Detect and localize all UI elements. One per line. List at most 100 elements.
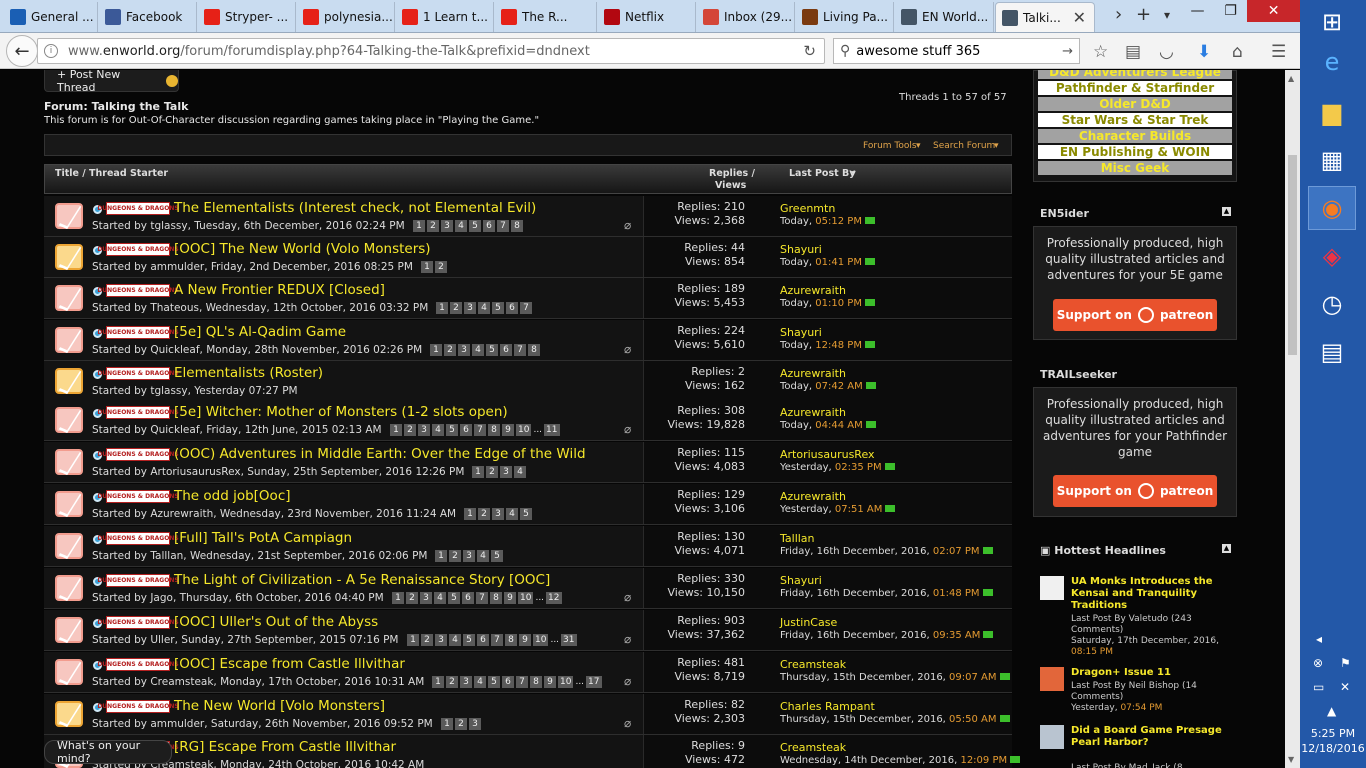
page-link[interactable]: 8: [505, 634, 517, 646]
forum-tools-menu[interactable]: Forum Tools: [863, 141, 917, 151]
page-link[interactable]: 3: [464, 302, 476, 314]
page-link[interactable]: 2: [478, 508, 490, 520]
home-icon[interactable]: ⌂: [1232, 42, 1243, 62]
go-to-last-post-icon[interactable]: [865, 382, 876, 389]
post-new-thread-button[interactable]: + Post New Thread: [44, 70, 179, 94]
page-link[interactable]: 1: [436, 302, 448, 314]
page-link[interactable]: 10: [558, 676, 574, 688]
page-link[interactable]: 2: [435, 261, 447, 273]
tab-scroll-right-icon[interactable]: ›: [1115, 4, 1122, 25]
thread-title-link[interactable]: (OOC) Adventures in Middle Earth: Over t…: [174, 446, 586, 462]
go-to-last-post-icon[interactable]: [865, 421, 876, 428]
thread-title-link[interactable]: [5e] QL's Al-Qadim Game: [174, 324, 346, 340]
headline-title[interactable]: UA Monks Introduces the Kensai and Tranq…: [1071, 576, 1231, 612]
page-link[interactable]: 7: [474, 424, 486, 436]
last-post-user[interactable]: Shayuri: [780, 326, 822, 339]
page-link[interactable]: 7: [516, 676, 528, 688]
new-tab-button[interactable]: +: [1136, 4, 1151, 25]
window-close-button[interactable]: ✕: [1247, 0, 1301, 22]
reload-icon[interactable]: ↻: [803, 42, 816, 60]
headline-title[interactable]: Did a Board Game Presage Pearl Harbor?: [1071, 725, 1231, 749]
page-link[interactable]: 2: [446, 676, 458, 688]
downloads-icon[interactable]: ⬇: [1197, 42, 1211, 62]
address-bar[interactable]: i www.enworld.org/forum/forumdisplay.php…: [37, 38, 825, 64]
scrollbar-thumb[interactable]: [1288, 155, 1297, 355]
internet-explorer-icon[interactable]: e: [1308, 40, 1356, 84]
page-link[interactable]: 5: [463, 634, 475, 646]
last-post-user[interactable]: Shayuri: [780, 243, 822, 256]
page-link[interactable]: 1: [430, 344, 442, 356]
go-to-last-post-icon[interactable]: [999, 673, 1010, 680]
taskbar-clock[interactable]: 5:25 PM 12/18/2016: [1300, 726, 1366, 756]
thread-title-link[interactable]: [5e] Witcher: Mother of Monsters (1-2 sl…: [174, 404, 508, 420]
go-to-last-post-icon[interactable]: [884, 463, 895, 470]
page-link[interactable]: 3: [469, 718, 481, 730]
scroll-up-icon[interactable]: ▲: [1288, 74, 1294, 83]
last-post-user[interactable]: JustinCase: [780, 616, 837, 629]
last-post-user[interactable]: Creamsteak: [780, 658, 846, 671]
page-link[interactable]: 5: [492, 302, 504, 314]
headline-title[interactable]: Dragon+ Issue 11: [1071, 667, 1231, 679]
thread-title-link[interactable]: [OOC] The New World (Volo Monsters): [174, 241, 431, 257]
page-link[interactable]: 2: [455, 718, 467, 730]
go-to-last-post-icon[interactable]: [999, 715, 1010, 722]
page-link[interactable]: 11: [544, 424, 560, 436]
page-link[interactable]: 2: [421, 634, 433, 646]
thread-title-link[interactable]: [OOC] Escape from Castle Illvithar: [174, 656, 405, 672]
browser-tab[interactable]: General ...: [4, 2, 98, 32]
go-to-last-post-icon[interactable]: [982, 589, 993, 596]
browser-tab[interactable]: Living Pa...: [796, 2, 894, 32]
browser-tab[interactable]: 1 Learn t...: [396, 2, 494, 32]
page-link[interactable]: 3: [458, 344, 470, 356]
search-input[interactable]: awesome stuff 365: [856, 44, 980, 59]
page-link[interactable]: 5: [448, 592, 460, 604]
page-link[interactable]: 10: [533, 634, 549, 646]
page-link[interactable]: 1: [464, 508, 476, 520]
browser-tab[interactable]: Stryper- ...: [198, 2, 296, 32]
last-post-user[interactable]: Talllan: [780, 532, 815, 545]
search-go-icon[interactable]: →: [1062, 44, 1073, 59]
page-link[interactable]: 5: [491, 550, 503, 562]
page-link[interactable]: 2: [450, 302, 462, 314]
thread-title-link[interactable]: A New Frontier REDUX [Closed]: [174, 282, 385, 298]
browser-tab[interactable]: Facebook: [99, 2, 197, 32]
page-link[interactable]: 8: [530, 676, 542, 688]
go-to-last-post-icon[interactable]: [983, 631, 994, 638]
clipboard-app-icon[interactable]: ▤: [1308, 330, 1356, 374]
page-link[interactable]: 9: [504, 592, 516, 604]
page-link[interactable]: 9: [519, 634, 531, 646]
thread-title-link[interactable]: The Light of Civilization - A 5e Renaiss…: [174, 572, 550, 588]
page-link[interactable]: 1: [441, 718, 453, 730]
support-patreon-button[interactable]: Support on patreon: [1053, 475, 1217, 507]
page-link[interactable]: 8: [511, 220, 523, 232]
page-link[interactable]: 6: [500, 344, 512, 356]
page-link[interactable]: 2: [486, 466, 498, 478]
page-link[interactable]: 10: [516, 424, 532, 436]
page-link[interactable]: 6: [460, 424, 472, 436]
page-link[interactable]: 10: [518, 592, 534, 604]
category-link[interactable]: Older D&D: [1038, 97, 1232, 111]
page-link[interactable]: 4: [432, 424, 444, 436]
page-link[interactable]: 6: [483, 220, 495, 232]
category-link[interactable]: Pathfinder & Starfinder: [1038, 81, 1232, 95]
page-link[interactable]: 9: [502, 424, 514, 436]
category-link[interactable]: D&D Adventurers League: [1038, 70, 1232, 79]
calculator-icon[interactable]: ▦: [1308, 138, 1356, 182]
page-link[interactable]: 4: [514, 466, 526, 478]
tab-list-icon[interactable]: ▾: [1164, 8, 1170, 22]
last-post-user[interactable]: Creamsteak: [780, 741, 846, 754]
tray-network-icon[interactable]: ⊗: [1313, 656, 1323, 670]
page-link[interactable]: 3: [492, 508, 504, 520]
page-link[interactable]: 6: [506, 302, 518, 314]
tray-flag-icon[interactable]: ⚑: [1340, 656, 1351, 670]
page-link[interactable]: 1: [407, 634, 419, 646]
file-explorer-icon[interactable]: ▆: [1308, 90, 1356, 134]
page-link[interactable]: 4: [434, 592, 446, 604]
page-link[interactable]: 1: [432, 676, 444, 688]
category-link[interactable]: Star Wars & Star Trek: [1038, 113, 1232, 127]
page-scrollbar[interactable]: ▲ ▼: [1285, 70, 1300, 768]
page-link[interactable]: 1: [413, 220, 425, 232]
page-link[interactable]: 4: [506, 508, 518, 520]
last-post-user[interactable]: Azurewraith: [780, 490, 846, 503]
page-link[interactable]: 7: [497, 220, 509, 232]
